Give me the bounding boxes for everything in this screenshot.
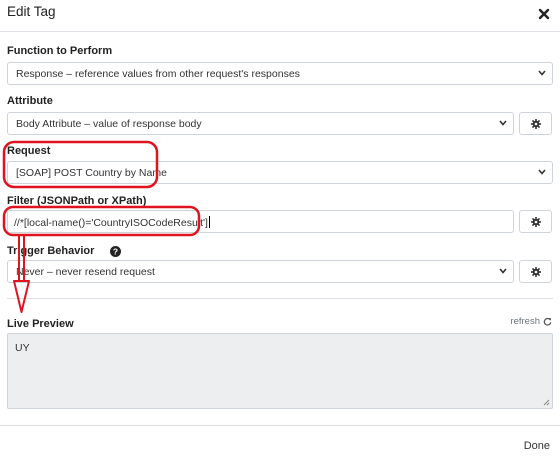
trigger-select-value: Never – never resend request — [16, 266, 155, 278]
filter-input[interactable]: //*[local-name()='CountryISOCodeResult'] — [7, 210, 514, 233]
request-label: Request — [7, 145, 51, 157]
text-caret — [208, 216, 210, 228]
dialog-header: Edit Tag — [0, 0, 560, 32]
trigger-settings-button[interactable] — [519, 260, 552, 283]
attribute-select[interactable]: Body Attribute – value of response body — [7, 112, 514, 135]
svg-text:?: ? — [113, 247, 118, 257]
close-icon[interactable] — [536, 6, 552, 22]
resize-handle-icon[interactable] — [542, 398, 550, 406]
chevron-down-icon — [538, 70, 546, 76]
trigger-label: Trigger Behavior — [7, 245, 95, 257]
refresh-link[interactable]: refresh — [510, 316, 552, 327]
request-select[interactable]: [SOAP] POST Country by Name — [7, 161, 553, 184]
section-divider — [7, 298, 553, 299]
question-circle-icon[interactable]: ? — [110, 246, 121, 257]
close-button[interactable] — [536, 6, 552, 22]
filter-label: Filter (JSONPath or XPath) — [7, 195, 147, 207]
function-select-value: Response – reference values from other r… — [16, 68, 300, 80]
attribute-label: Attribute — [7, 95, 53, 107]
chevron-down-icon — [499, 120, 507, 126]
footer-divider — [0, 425, 560, 426]
attribute-select-value: Body Attribute – value of response body — [16, 118, 202, 130]
chevron-down-icon — [538, 169, 546, 175]
dialog-title: Edit Tag — [7, 4, 56, 19]
function-select[interactable]: Response – reference values from other r… — [7, 62, 553, 85]
gear-icon — [530, 266, 541, 277]
request-select-value: [SOAP] POST Country by Name — [16, 167, 167, 179]
preview-label: Live Preview — [7, 318, 74, 330]
refresh-label[interactable]: refresh — [510, 316, 540, 327]
done-button[interactable]: Done — [524, 440, 550, 452]
filter-settings-button[interactable] — [519, 210, 552, 233]
filter-input-value: //*[local-name()='CountryISOCodeResult'] — [14, 217, 208, 229]
attribute-settings-button[interactable] — [519, 112, 552, 135]
trigger-select[interactable]: Never – never resend request — [7, 260, 514, 283]
gear-icon — [530, 118, 541, 129]
refresh-icon[interactable] — [543, 317, 552, 326]
preview-textarea[interactable]: UY — [7, 333, 553, 409]
gear-icon — [530, 216, 541, 227]
function-label: Function to Perform — [7, 45, 113, 57]
preview-value: UY — [15, 342, 30, 354]
chevron-down-icon — [499, 268, 507, 274]
